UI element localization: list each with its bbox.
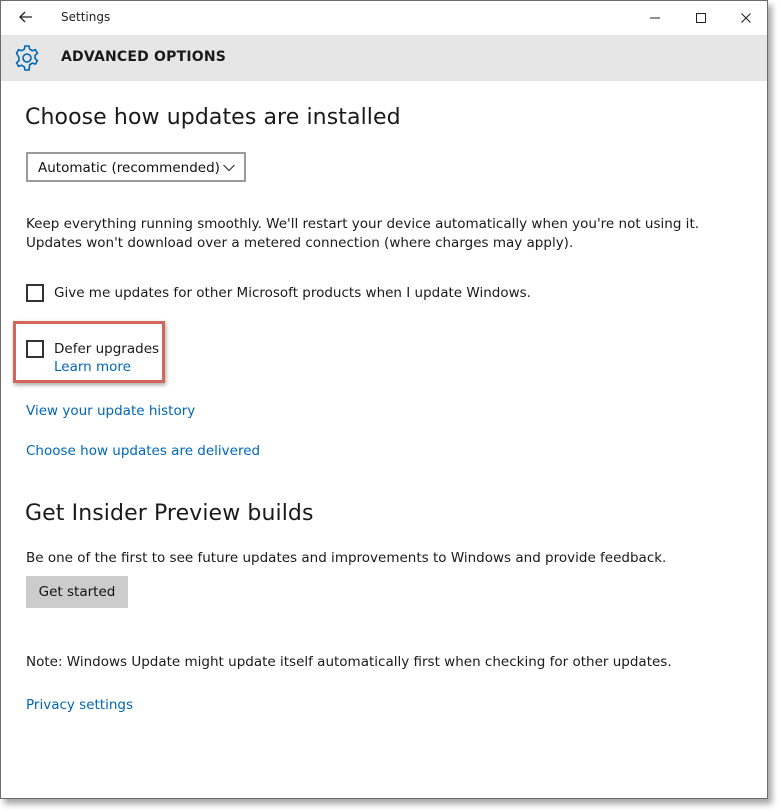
- page-title: ADVANCED OPTIONS: [61, 49, 227, 65]
- ms-products-option[interactable]: Give me updates for other Microsoft prod…: [26, 282, 531, 304]
- ms-products-checkbox[interactable]: [26, 284, 44, 302]
- updates-delivered-link[interactable]: Choose how updates are delivered: [26, 443, 260, 459]
- page-header: ADVANCED OPTIONS: [1, 35, 767, 81]
- window-title: Settings: [61, 10, 111, 24]
- insider-heading: Get Insider Preview builds: [25, 501, 314, 526]
- ms-products-label: Give me updates for other Microsoft prod…: [54, 285, 531, 301]
- dropdown-value: Automatic (recommended): [38, 160, 220, 176]
- title-bar: Settings: [1, 1, 767, 35]
- install-heading: Choose how updates are installed: [25, 105, 401, 130]
- close-icon[interactable]: [726, 5, 766, 31]
- install-description: Keep everything running smoothly. We'll …: [26, 216, 700, 251]
- gear-icon: [13, 44, 41, 72]
- update-note: Note: Windows Update might update itself…: [26, 654, 672, 670]
- defer-upgrades-checkbox[interactable]: [26, 340, 44, 358]
- arrow-left-icon[interactable]: [13, 5, 39, 29]
- defer-upgrades-label: Defer upgrades: [54, 341, 160, 357]
- insider-description: Be one of the first to see future update…: [26, 550, 667, 566]
- get-started-button[interactable]: Get started: [26, 576, 128, 608]
- maximize-icon[interactable]: [681, 5, 721, 31]
- minimize-icon[interactable]: [635, 5, 675, 31]
- update-history-link[interactable]: View your update history: [26, 403, 195, 419]
- chevron-down-icon: [222, 160, 236, 174]
- privacy-settings-link[interactable]: Privacy settings: [26, 697, 133, 713]
- learn-more-link[interactable]: Learn more: [54, 359, 131, 375]
- defer-upgrades-option[interactable]: Defer upgrades: [26, 338, 159, 360]
- install-mode-dropdown[interactable]: Automatic (recommended): [26, 152, 246, 182]
- settings-window: Settings ADVANCED OPTIONS Choose how upd…: [0, 0, 768, 799]
